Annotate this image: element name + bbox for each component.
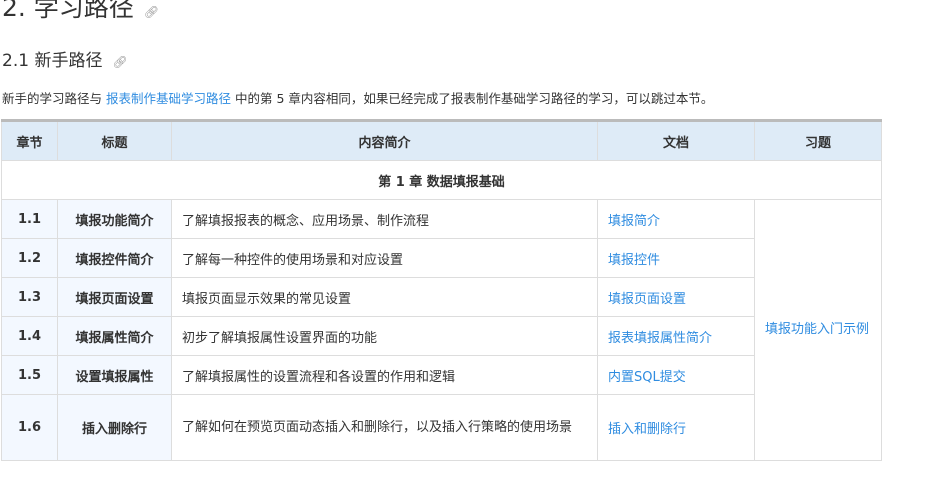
doc-link[interactable]: 报表填报属性简介 [608, 331, 712, 346]
row-doc-cell: 内置SQL提交 [597, 355, 755, 395]
intro-text: 新手的学习路径与 [2, 91, 106, 106]
doc-link[interactable]: 填报页面设置 [608, 292, 686, 307]
exercise-link[interactable]: 填报功能入门示例 [765, 322, 869, 337]
subsection-heading: 2.1 新手路径 🔗︎ [2, 46, 128, 71]
table-row: 1.5 设置填报属性 了解填报属性的设置流程和各设置的作用和逻辑 内置SQL提交 [1, 355, 882, 395]
doc-link[interactable]: 插入和删除行 [608, 422, 686, 437]
header-doc: 文档 [597, 120, 755, 161]
row-title: 插入删除行 [57, 394, 172, 461]
heading-text: 2. 学习路径 [2, 0, 134, 22]
table-row: 1.2 填报控件简介 了解每一种控件的使用场景和对应设置 填报控件 [1, 238, 882, 278]
row-desc: 初步了解填报属性设置界面的功能 [171, 316, 598, 356]
row-doc-cell: 填报页面设置 [597, 277, 755, 317]
row-num: 1.6 [1, 394, 58, 461]
doc-link[interactable]: 填报控件 [608, 253, 660, 268]
row-num: 1.5 [1, 355, 58, 395]
table-row: 1.3 填报页面设置 填报页面显示效果的常见设置 填报页面设置 [1, 277, 882, 317]
row-doc-cell: 填报控件 [597, 238, 755, 278]
header-desc: 内容简介 [171, 120, 598, 161]
doc-link[interactable]: 填报简介 [608, 214, 660, 229]
link-icon[interactable]: 🔗︎ [112, 55, 127, 69]
row-num: 1.3 [1, 277, 58, 317]
row-title: 填报控件简介 [57, 238, 172, 278]
row-num: 1.4 [1, 316, 58, 356]
row-desc: 了解如何在预览页面动态插入和删除行，以及插入行策略的使用场景 [171, 394, 598, 461]
basic-path-link[interactable]: 报表制作基础学习路径 [106, 91, 231, 106]
row-doc-cell: 报表填报属性简介 [597, 316, 755, 356]
exercise-cell: 填报功能入门示例 [754, 199, 882, 461]
doc-link[interactable]: 内置SQL提交 [608, 370, 686, 385]
header-chapter: 章节 [1, 120, 58, 161]
row-desc: 填报页面显示效果的常见设置 [171, 277, 598, 317]
learning-path-table: 章节 标题 内容简介 文档 习题 第 1 章 数据填报基础 1.1 填报功能简介… [1, 119, 882, 461]
table-header: 章节 标题 内容简介 文档 习题 [1, 120, 882, 161]
table-row: 1.1 填报功能简介 了解填报报表的概念、应用场景、制作流程 填报简介 填报功能… [1, 199, 882, 461]
section-heading: 2. 学习路径 🔗︎ [2, 0, 159, 24]
heading-text: 2.1 新手路径 [2, 51, 103, 71]
intro-text: 中的第 5 章内容相同，如果已经完成了报表制作基础学习路径的学习，可以跳过本节。 [231, 91, 714, 106]
header-title: 标题 [57, 120, 172, 161]
header-exercise: 习题 [754, 120, 882, 161]
row-desc: 了解填报报表的概念、应用场景、制作流程 [171, 199, 598, 239]
row-doc-cell: 填报简介 [597, 199, 755, 239]
row-desc: 了解填报属性的设置流程和各设置的作用和逻辑 [171, 355, 598, 395]
row-title: 设置填报属性 [57, 355, 172, 395]
link-icon[interactable]: 🔗︎ [144, 5, 159, 19]
row-title: 填报功能简介 [57, 199, 172, 239]
row-title: 填报属性简介 [57, 316, 172, 356]
row-num: 1.2 [1, 238, 58, 278]
row-doc-cell: 插入和删除行 [597, 394, 755, 461]
table-row: 1.6 插入删除行 了解如何在预览页面动态插入和删除行，以及插入行策略的使用场景… [1, 394, 882, 461]
table-row: 1.4 填报属性简介 初步了解填报属性设置界面的功能 报表填报属性简介 [1, 316, 882, 356]
row-title: 填报页面设置 [57, 277, 172, 317]
row-num: 1.1 [1, 199, 58, 239]
intro-paragraph: 新手的学习路径与 报表制作基础学习路径 中的第 5 章内容相同，如果已经完成了报… [2, 88, 713, 107]
chapter-row: 第 1 章 数据填报基础 [1, 160, 882, 200]
row-desc: 了解每一种控件的使用场景和对应设置 [171, 238, 598, 278]
